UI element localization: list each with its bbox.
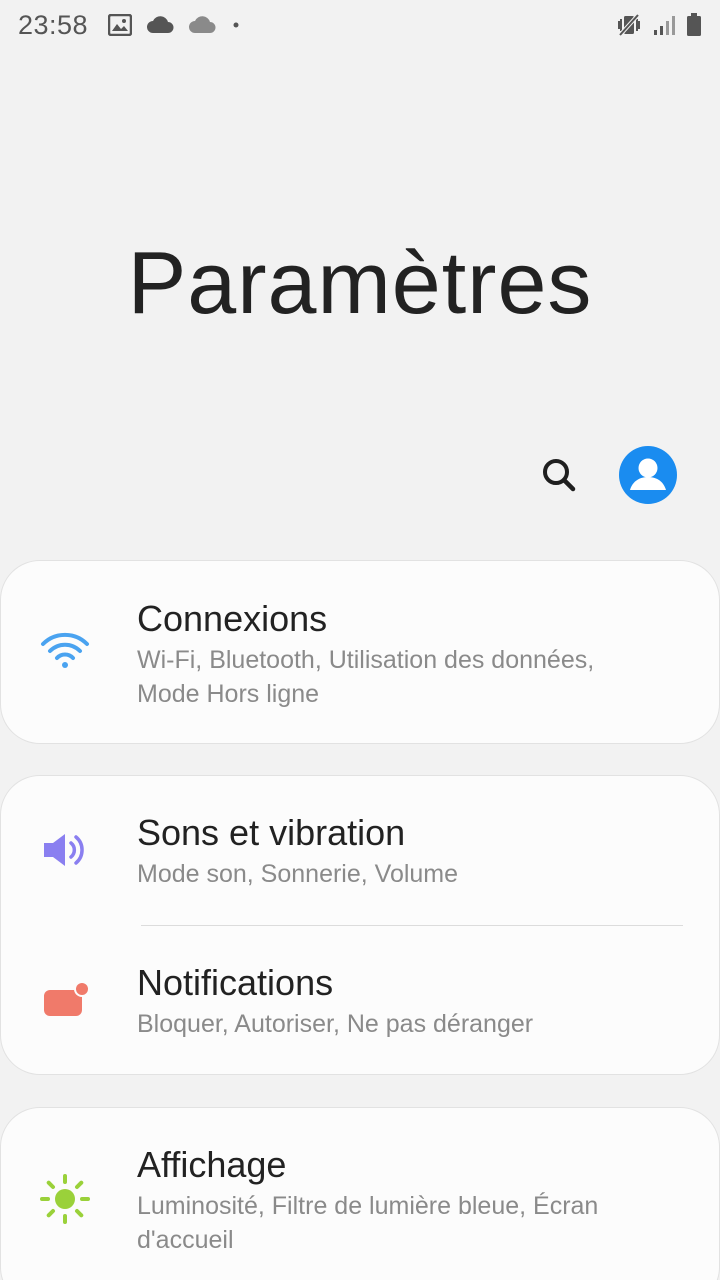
header-actions	[539, 446, 677, 504]
setting-subtitle: Mode son, Sonnerie, Volume	[137, 860, 459, 888]
setting-title: Sons et vibration	[137, 812, 406, 853]
page-title: Paramètres	[127, 233, 593, 332]
setting-notifications[interactable]: Notifications Bloquer, Autoriser, Ne pas…	[1, 926, 719, 1076]
wifi-icon	[37, 623, 93, 679]
setting-subtitle: Luminosité, Filtre de lumière bleue, Écr…	[137, 1192, 599, 1220]
row-text: Sons et vibration Mode son, Sonnerie, Vo…	[137, 811, 679, 891]
volume-icon	[37, 822, 93, 878]
setting-title: Affichage	[137, 1144, 287, 1185]
settings-card-sound-notifications: Sons et vibration Mode son, Sonnerie, Vo…	[0, 775, 720, 1075]
setting-subtitle: d'accueil	[137, 1226, 234, 1254]
status-left-icons	[108, 14, 242, 36]
status-time: 23:58	[18, 9, 89, 40]
signal-icon	[652, 14, 676, 36]
status-bar: 23:58	[0, 0, 720, 50]
row-text: Connexions Wi-Fi, Bluetooth, Utilisation…	[137, 597, 679, 711]
setting-connexions[interactable]: Connexions Wi-Fi, Bluetooth, Utilisation…	[1, 561, 719, 745]
battery-icon	[686, 13, 702, 37]
setting-title: Notifications	[137, 962, 334, 1003]
setting-subtitle: Bloquer, Autoriser, Ne pas déranger	[137, 1010, 534, 1038]
row-text: Affichage Luminosité, Filtre de lumière …	[137, 1143, 679, 1257]
settings-card-connexions: Connexions Wi-Fi, Bluetooth, Utilisation…	[0, 560, 720, 744]
setting-affichage[interactable]: Affichage Luminosité, Filtre de lumière …	[1, 1108, 719, 1280]
row-text: Notifications Bloquer, Autoriser, Ne pas…	[137, 961, 679, 1041]
dot-icon	[230, 19, 242, 31]
vibrate-mute-icon	[616, 13, 642, 37]
cloud-outline-icon	[188, 16, 216, 34]
search-icon[interactable]	[539, 455, 579, 495]
setting-subtitle: Wi-Fi, Bluetooth, Utilisation des donnée…	[137, 646, 595, 674]
account-icon[interactable]	[619, 446, 677, 504]
cloud-icon	[146, 16, 174, 34]
setting-title: Connexions	[137, 598, 328, 639]
brightness-icon	[37, 1171, 93, 1227]
setting-sons-et-vibration[interactable]: Sons et vibration Mode son, Sonnerie, Vo…	[1, 776, 719, 926]
notification-icon	[37, 972, 93, 1028]
setting-subtitle: Mode Hors ligne	[137, 680, 320, 708]
settings-card-affichage: Affichage Luminosité, Filtre de lumière …	[0, 1107, 720, 1280]
image-icon	[108, 14, 133, 36]
status-right-icons	[616, 13, 702, 37]
